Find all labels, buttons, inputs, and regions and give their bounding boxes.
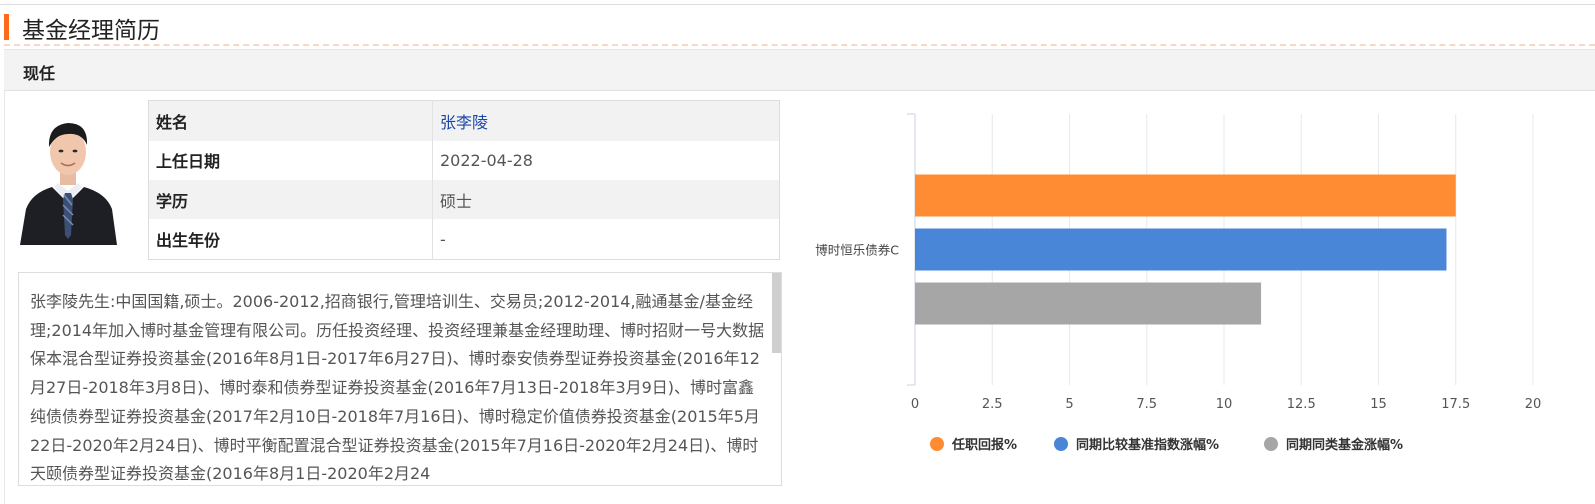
manager-info-table: 姓名 张李陵 上任日期 2022-04-28 学历 硕士 出生年份 - [148,100,780,260]
dashed-divider [4,44,1595,46]
legend-item-return[interactable]: 任职回报% [930,434,1017,453]
info-row-start-date: 上任日期 2022-04-28 [148,140,780,180]
legend-label: 任职回报% [952,438,1018,453]
info-row-birth-year: 出生年份 - [148,219,780,260]
bio-scrollbar[interactable] [772,273,781,353]
accent-bar [4,14,9,40]
manager-bio-box[interactable]: 张李陵先生:中国国籍,硕士。2006-2012,招商银行,管理培训生、交易员;2… [18,272,782,486]
legend-item-benchmark[interactable]: 同期比较基准指数涨幅% [1054,434,1219,453]
content-border [4,90,5,504]
manager-name-link[interactable]: 张李陵 [433,101,780,141]
x-tick-label: 7.5 [1136,397,1157,412]
bar-1 [915,174,1456,217]
x-tick-label: 5 [1065,397,1073,412]
subheader-label: 现任 [23,64,56,83]
section-title: 基金经理简历 [22,18,160,44]
manager-photo [20,107,117,245]
legend-dot-icon [930,437,944,451]
info-key: 上任日期 [148,140,433,180]
info-key: 学历 [148,179,433,220]
manager-bio-text: 张李陵先生:中国国籍,硕士。2006-2012,招商银行,管理培训生、交易员;2… [30,292,765,484]
bar-3 [915,282,1262,325]
x-tick-label: 0 [911,397,919,412]
x-tick-label: 15 [1370,397,1387,412]
x-tick-label: 10 [1216,397,1233,412]
x-tick-label: 12.5 [1287,397,1316,412]
info-key: 出生年份 [148,219,433,260]
info-value: 硕士 [440,191,473,211]
x-tick-label: 20 [1525,397,1542,412]
info-value: 2022-04-28 [440,150,533,170]
section-header: 基金经理简历 [0,8,1595,46]
category-label: 博时恒乐债券C [815,243,899,258]
legend-label: 同期比较基准指数涨幅% [1076,438,1220,453]
top-border [0,4,1595,5]
bar-2 [915,228,1447,271]
legend-dot-icon [1264,437,1278,451]
performance-chart: 0 2.5 5 7.5 10 12.5 15 17.5 20 博时恒乐债券C [815,113,1542,412]
info-key: 姓名 [148,100,433,141]
legend-item-peer[interactable]: 同期同类基金涨幅% [1264,434,1403,453]
info-value: - [440,229,446,249]
info-row-education: 学历 硕士 [148,179,780,220]
legend-label: 同期同类基金涨幅% [1286,438,1404,453]
x-tick-label: 2.5 [982,397,1003,412]
info-row-name: 姓名 张李陵 [148,100,780,141]
subheader-bar: 现任 [4,49,1595,91]
x-tick-label: 17.5 [1441,397,1470,412]
legend-dot-icon [1054,437,1068,451]
